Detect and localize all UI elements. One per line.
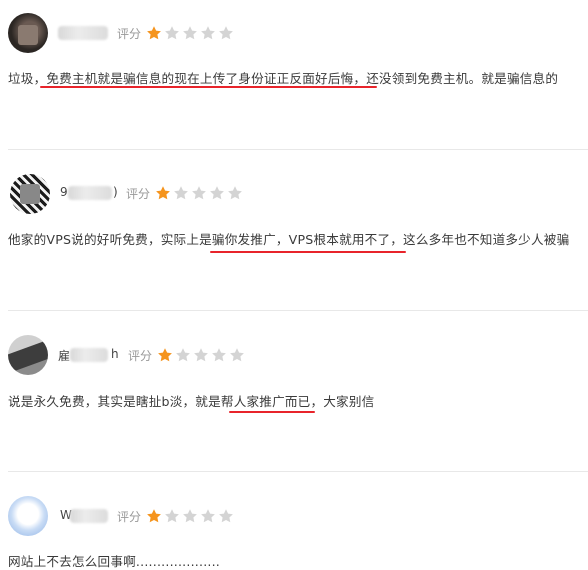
avatar[interactable]: [8, 335, 48, 375]
star-rating: [157, 347, 245, 363]
review-item: W 评分 网站上不去怎么回事啊....................: [0, 473, 588, 570]
rating-label: 评分: [117, 510, 142, 524]
avatar[interactable]: [8, 496, 48, 536]
star-icon: [227, 185, 243, 201]
star-icon: [155, 185, 171, 201]
username[interactable]: 9: [60, 185, 68, 199]
avatar[interactable]: [8, 13, 48, 53]
rating-label: 评分: [117, 27, 142, 41]
review-item: 评分 垃圾，免费主机就是骗信息的现在上传了身份证正反面好后悔，还没领到免费主机。…: [0, 0, 588, 150]
divider: [8, 310, 588, 311]
star-icon: [146, 25, 162, 41]
star-icon: [191, 185, 207, 201]
star-icon: [209, 185, 225, 201]
star-icon: [164, 25, 180, 41]
avatar[interactable]: [10, 174, 50, 214]
highlight-underline: [40, 86, 377, 88]
username-tail: ): [113, 185, 118, 199]
star-icon: [193, 347, 209, 363]
rating-label: 评分: [128, 349, 153, 363]
username-mask: [58, 26, 108, 40]
star-icon: [146, 508, 162, 524]
highlight-underline: [229, 411, 315, 413]
username[interactable]: 雇: [58, 347, 70, 364]
review-comment: 说是永久免费，其实是瞎扯b淡，就是帮人家推广而已，大家别信: [8, 394, 375, 409]
star-rating: [155, 185, 243, 201]
review-comment: 网站上不去怎么回事啊....................: [8, 554, 221, 569]
star-icon: [175, 347, 191, 363]
review-item: 9 ) 评分 他家的VPS说的好听免费，实际上是骗你发推广，VPS根本就用不了，…: [0, 150, 588, 312]
star-icon: [200, 508, 216, 524]
review-item: 雇 h 评分 说是永久免费，其实是瞎扯b淡，就是帮人家推广而已，大家别信: [0, 312, 588, 472]
username-mask: [68, 186, 112, 200]
star-rating: [146, 508, 234, 524]
star-icon: [182, 25, 198, 41]
star-icon: [218, 25, 234, 41]
username-mask: [70, 348, 108, 362]
rating-label: 评分: [126, 187, 151, 201]
star-icon: [157, 347, 173, 363]
username-tail: h: [111, 347, 119, 361]
review-comment: 垃圾，免费主机就是骗信息的现在上传了身份证正反面好后悔，还没领到免费主机。就是骗…: [8, 71, 559, 86]
star-rating: [146, 25, 234, 41]
highlight-underline: [210, 251, 406, 253]
review-comment: 他家的VPS说的好听免费，实际上是骗你发推广，VPS根本就用不了，这么多年也不知…: [8, 232, 570, 247]
star-icon: [218, 508, 234, 524]
star-icon: [211, 347, 227, 363]
star-icon: [173, 185, 189, 201]
star-icon: [164, 508, 180, 524]
star-icon: [229, 347, 245, 363]
star-icon: [182, 508, 198, 524]
divider: [8, 471, 588, 472]
username-mask: [70, 509, 108, 523]
star-icon: [200, 25, 216, 41]
